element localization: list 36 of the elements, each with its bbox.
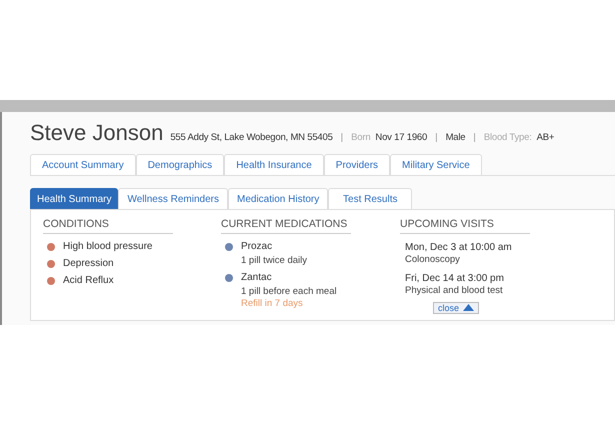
born-label: Born — [351, 132, 370, 143]
birth-date: Nov 17 1960 — [375, 132, 428, 143]
visit-time: Mon, Dec 3 at 10:00 am — [405, 241, 512, 254]
tab[interactable]: Medication History — [228, 188, 328, 209]
section-title: CURRENT MEDICATIONS — [221, 218, 351, 234]
blood-type-label: Blood Type: — [484, 132, 532, 143]
tab[interactable]: Providers — [324, 154, 390, 175]
medication-name: Zantac — [241, 272, 272, 284]
condition-name: Depression — [63, 258, 114, 269]
tab[interactable]: Wellness Reminders — [118, 188, 228, 209]
tab[interactable]: Account Summary — [30, 154, 136, 175]
tab[interactable]: Health Summary — [30, 188, 118, 209]
separator: | — [340, 132, 344, 143]
visit-time: Fri, Dec 14 at 3:00 pm — [405, 272, 504, 286]
condition-name: Acid Reflux — [63, 275, 114, 286]
blood-type-value: AB+ — [536, 132, 554, 143]
visit-description: Physical and blood test — [405, 285, 504, 298]
section-title: UPCOMING VISITS — [400, 218, 530, 234]
separator: | — [473, 132, 476, 143]
medication-name: Prozac — [241, 240, 272, 252]
close-button[interactable]: close — [433, 302, 480, 314]
medication-dose: 1 pill before each meal — [241, 286, 338, 298]
sex-value: Male — [446, 132, 466, 143]
refill-note: Refill in 7 days — [241, 298, 304, 310]
tab[interactable]: Demographics — [136, 154, 224, 175]
caret-up-icon — [463, 304, 474, 312]
tab[interactable]: Test Results — [328, 188, 412, 209]
medication-dose: 1 pill twice daily — [241, 255, 308, 266]
patient-name: Steve Jonson — [30, 120, 164, 146]
section-title: CONDITIONS — [43, 218, 173, 234]
tab[interactable]: Health Insurance — [224, 154, 324, 175]
separator: | — [435, 132, 438, 143]
patient-address: 555 Addy St, Lake Wobegon, MN 55405 — [170, 132, 333, 143]
visit-description: Colonoscopy — [405, 254, 461, 266]
condition-name: High blood pressure — [63, 241, 152, 252]
tab[interactable]: Military Service — [390, 154, 482, 175]
